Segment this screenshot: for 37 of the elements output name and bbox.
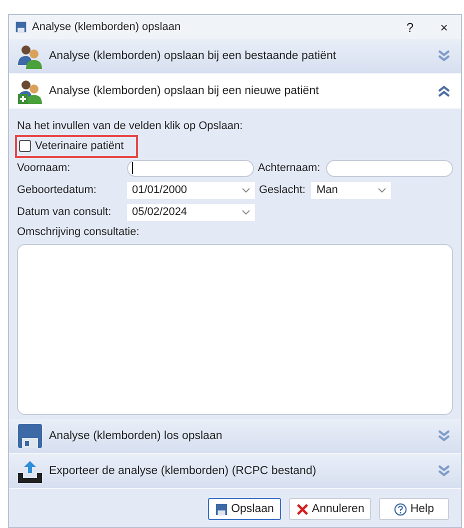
help-button[interactable]: ? [393,18,427,36]
field-label: Datum van consult: [17,206,112,218]
field-label: Geboortedatum: [17,184,98,196]
cross-icon [296,502,309,516]
help-icon [394,502,408,516]
first-name-field[interactable] [127,160,254,176]
description-textarea[interactable] [17,244,453,415]
window-title: Analyse (klemborden) opslaan [32,21,182,33]
birth-date-picker[interactable]: 01/01/2000 [127,182,255,198]
cancel-button[interactable]: Annuleren [288,498,372,520]
section-title: Analyse (klemborden) opslaan bij een bestaande patiënt [49,50,338,62]
instruction-text: Na het invullen van de velden klik op Opslaan: [17,119,244,134]
save-button[interactable]: Opslaan [208,498,281,520]
veterinary-checkbox[interactable]: Veterinaire patiënt [15,134,138,158]
help-button[interactable]: Help [379,498,449,520]
section-title: Analyse (klemborden) los opslaan [49,430,224,442]
field-label: Voornaam: [17,162,72,174]
accordion-header[interactable]: Analyse (klemborden) opslaan bij een nieuwe patiënt [9,74,461,109]
field-label: Omschrijving consultatie: [17,225,140,240]
collapse-chevron-icon [437,85,451,97]
expand-chevron-icon [437,50,451,62]
upload-tray-icon [17,458,43,484]
accordion-header[interactable]: Analyse (klemborden) opslaan bij een bestaande patiënt [9,39,461,74]
section-title: Analyse (klemborden) opslaan bij een nieuwe patiënt [49,85,320,97]
section-title: Exporteer de analyse (klemborden) (RCPC bestand) [49,465,318,477]
users-icon [17,43,43,69]
users-add-icon [17,78,43,104]
expand-chevron-icon [437,430,451,442]
close-button[interactable]: × [427,18,461,36]
accordion-header[interactable]: Analyse (klemborden) los opslaan [9,419,461,454]
field-label: Geslacht: [259,184,306,196]
accordion-header[interactable]: Exporteer de analyse (klemborden) (RCPC bestand) [9,454,461,489]
field-label: Achternaam: [258,162,320,174]
last-name-field[interactable] [326,160,453,176]
consult-date-picker[interactable]: 05/02/2024 [127,204,255,220]
expand-chevron-icon [437,465,451,477]
gender-dropdown[interactable]: Man [311,182,392,198]
